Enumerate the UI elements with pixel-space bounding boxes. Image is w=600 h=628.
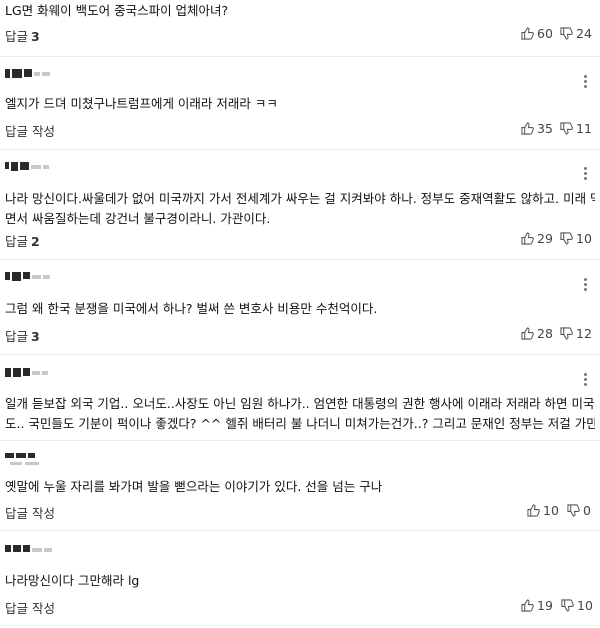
more-options-icon[interactable] (584, 74, 588, 90)
dislike-count: 11 (576, 121, 592, 136)
thumbs-up-icon (521, 122, 534, 135)
dislike-button[interactable]: 0 (567, 503, 591, 518)
thumbs-up-icon (527, 504, 540, 517)
divider (0, 440, 600, 441)
like-button[interactable]: 10 (527, 503, 559, 518)
like-count: 35 (537, 121, 553, 136)
dislike-button[interactable]: 10 (560, 231, 592, 246)
comment-text: 나라 망신이다.싸울데가 없어 미국까지 가서 전세계가 싸우는 걸 지켜봐야 … (5, 191, 595, 206)
reply-write-button[interactable]: 답글 작성 (5, 598, 55, 617)
like-button[interactable]: 19 (521, 598, 553, 613)
author-nickname-masked (5, 451, 67, 465)
like-button[interactable]: 60 (521, 26, 553, 41)
reply-count: 3 (31, 329, 40, 344)
more-options-icon[interactable] (584, 166, 588, 182)
comment-text: 엘지가 드뎌 미쳤구나트럼프에게 이래라 저래라 ㅋㅋ (5, 96, 278, 111)
reply-label: 답글 (5, 234, 29, 249)
like-button[interactable]: 29 (521, 231, 553, 246)
like-count: 10 (543, 503, 559, 518)
reply-label: 답글 (5, 329, 29, 344)
author-nickname-masked (5, 543, 67, 557)
like-count: 19 (537, 598, 553, 613)
reply-button[interactable]: 답글 2 (5, 231, 40, 250)
dislike-button[interactable]: 24 (560, 26, 592, 41)
comment-text-line2: 도.. 국민들도 기분이 퍽이나 좋겠다? ^^ 헬쥐 배터리 불 나더니 미쳐… (5, 416, 595, 431)
comment-text: 나라망신이다 그만해라 lg (5, 573, 140, 588)
reply-write-button[interactable]: 답글 작성 (5, 121, 55, 140)
dislike-count: 10 (577, 598, 593, 613)
divider (0, 354, 600, 355)
comment-text: 옛말에 누울 자리를 봐가며 발을 뻗으라는 이야기가 있다. 선을 넘는 구나 (5, 479, 383, 494)
thumbs-down-icon (567, 504, 580, 517)
comment-text: 그럼 왜 한국 분쟁을 미국에서 하나? 벌써 쓴 변호사 비용만 수천억이다. (5, 301, 378, 316)
dislike-button[interactable]: 12 (560, 326, 592, 341)
dislike-button[interactable]: 11 (560, 121, 592, 136)
thumbs-down-icon (561, 599, 574, 612)
divider (0, 56, 600, 57)
reply-write-button[interactable]: 답글 작성 (5, 503, 55, 522)
author-nickname-masked (5, 366, 67, 380)
divider (0, 625, 600, 626)
divider (0, 259, 600, 260)
more-options-icon[interactable] (584, 372, 588, 388)
comment-text: LG면 화웨이 백도어 중국스파이 업체아녀? (5, 3, 229, 18)
comment-text: 일개 듣보잡 외국 기업.. 오너도..사장도 아닌 임원 하나가.. 엄연한 … (5, 396, 595, 411)
thumbs-up-icon (521, 599, 534, 612)
reply-count: 2 (31, 234, 40, 249)
thumbs-down-icon (560, 232, 573, 245)
thumbs-up-icon (521, 232, 534, 245)
divider (0, 149, 600, 150)
like-button[interactable]: 35 (521, 121, 553, 136)
thumbs-down-icon (560, 122, 573, 135)
reply-count: 3 (31, 29, 40, 44)
thumbs-up-icon (521, 327, 534, 340)
reply-label: 답글 (5, 29, 29, 44)
comment-text-line2: 면서 싸움질하는데 강건너 불구경이라니. 가관이다. (5, 211, 271, 226)
dislike-count: 24 (576, 26, 592, 41)
thumbs-up-icon (521, 27, 534, 40)
thumbs-down-icon (560, 27, 573, 40)
like-button[interactable]: 28 (521, 326, 553, 341)
dislike-count: 12 (576, 326, 592, 341)
reply-button[interactable]: 답글 3 (5, 26, 40, 45)
thumbs-down-icon (560, 327, 573, 340)
author-nickname-masked (5, 67, 67, 81)
reply-button[interactable]: 답글 3 (5, 326, 40, 345)
author-nickname-masked (5, 160, 67, 174)
dislike-button[interactable]: 10 (561, 598, 593, 613)
dislike-count: 10 (576, 231, 592, 246)
divider (0, 530, 600, 531)
more-options-icon[interactable] (584, 277, 588, 293)
like-count: 60 (537, 26, 553, 41)
author-nickname-masked (5, 270, 67, 284)
dislike-count: 0 (583, 503, 591, 518)
like-count: 29 (537, 231, 553, 246)
like-count: 28 (537, 326, 553, 341)
